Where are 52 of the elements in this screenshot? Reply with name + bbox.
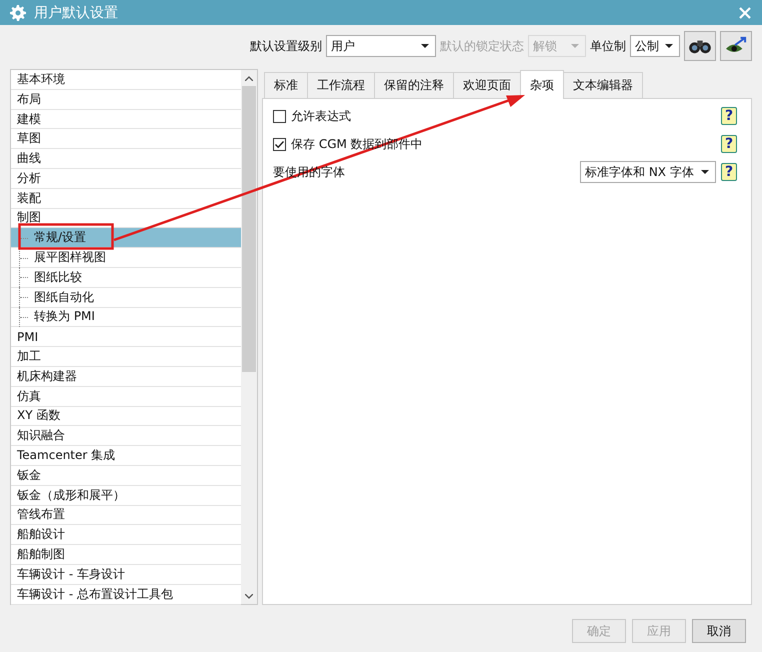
unit-dropdown[interactable]: 公制 xyxy=(630,35,680,57)
window-title: 用户默认设置 xyxy=(34,4,119,22)
level-dropdown[interactable]: 用户 xyxy=(326,35,436,57)
option-label: 允许表达式 xyxy=(291,108,351,124)
tree-item[interactable]: 仿真 xyxy=(15,386,43,406)
tree-item[interactable]: 钣金（成形和展平） xyxy=(15,486,127,505)
help-button[interactable]: ? xyxy=(721,163,737,181)
tree-item[interactable]: 机床构建器 xyxy=(15,366,79,386)
tree-item[interactable]: 图纸比较 xyxy=(32,268,84,287)
scrollbar[interactable] xyxy=(241,70,257,604)
tree-item[interactable]: PMI xyxy=(15,328,40,345)
caret-icon xyxy=(571,44,579,48)
caret-icon xyxy=(701,170,709,174)
checkbox[interactable] xyxy=(273,110,286,122)
tree-item[interactable]: 展平图样视图 xyxy=(32,248,108,268)
tree-item[interactable]: 知识融合 xyxy=(15,426,67,446)
tree-item[interactable]: 装配 xyxy=(15,188,43,208)
tree-item[interactable]: 车辆设计 - 车身设计 xyxy=(15,564,127,584)
tree-item[interactable]: 建模 xyxy=(15,110,43,128)
tab[interactable]: 标准 xyxy=(264,72,308,98)
tree-item[interactable]: Teamcenter 集成 xyxy=(15,446,118,466)
tree-item[interactable]: 船舶设计 xyxy=(15,525,67,544)
tree-item[interactable]: XY 函数 xyxy=(15,406,62,426)
help-button[interactable]: ? xyxy=(721,107,737,125)
tree-item[interactable]: 基本环境 xyxy=(15,70,67,89)
tab[interactable]: 文本编辑器 xyxy=(563,72,643,98)
unit-label: 单位制 xyxy=(590,38,626,54)
binoculars-button[interactable] xyxy=(684,31,716,61)
lock-label: 默认的锁定状态 xyxy=(440,38,524,54)
gear-icon xyxy=(10,4,26,20)
tree-item[interactable]: 转换为 PMI xyxy=(32,307,97,326)
close-icon[interactable] xyxy=(738,6,752,20)
eye-arrow-button[interactable] xyxy=(720,31,752,61)
tree-item[interactable]: 分析 xyxy=(15,168,43,188)
help-button[interactable]: ? xyxy=(721,135,737,153)
tab[interactable]: 杂项 xyxy=(520,70,564,99)
level-label: 默认设置级别 xyxy=(250,38,322,54)
tree-item[interactable]: 加工 xyxy=(15,347,43,366)
checkbox[interactable] xyxy=(273,138,286,150)
tree-item[interactable]: 曲线 xyxy=(15,149,43,168)
tree-item[interactable]: 车辆设计 - 总布置设计工具包 xyxy=(15,584,175,604)
caret-icon xyxy=(421,44,429,48)
dialog-button[interactable]: 取消 xyxy=(692,619,746,643)
caret-icon xyxy=(665,44,673,48)
font-dropdown[interactable]: 标准字体和 NX 字体 xyxy=(580,161,716,183)
tree-item[interactable]: 图纸自动化 xyxy=(32,288,96,307)
tree-item[interactable]: 制图 xyxy=(15,208,43,228)
tree-item[interactable]: 船舶制图 xyxy=(15,545,67,564)
tree-item[interactable]: 布局 xyxy=(15,90,43,109)
tree-item[interactable]: 草图 xyxy=(15,129,43,148)
tree-item[interactable]: 管线布置 xyxy=(15,505,67,524)
tree-item[interactable]: 钣金 xyxy=(15,466,43,485)
